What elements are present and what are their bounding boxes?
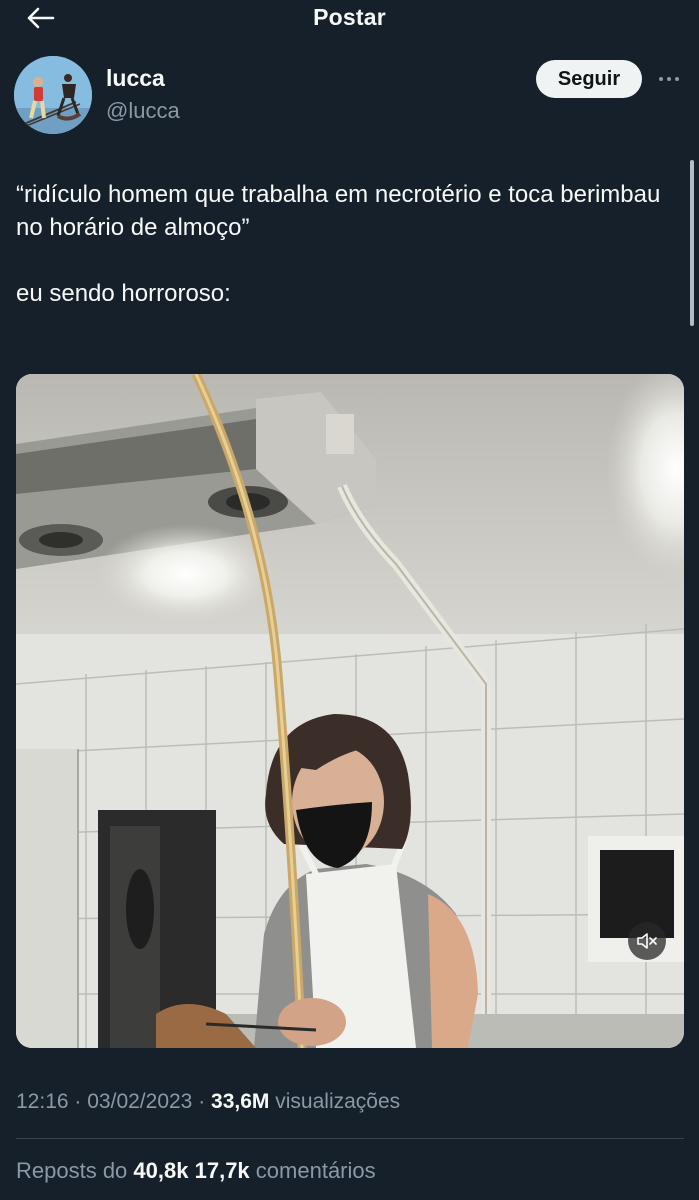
tweet-quote: “ridículo homem que trabalha em necrotér… (16, 181, 661, 241)
comments-count: 17,7k (194, 1158, 250, 1183)
reposts-stat[interactable]: Reposts do 40,8k (16, 1158, 195, 1183)
follow-button[interactable]: Seguir (536, 60, 642, 98)
more-dot (667, 77, 671, 81)
page-title: Postar (313, 4, 386, 30)
tweet-caption: eu sendo horroroso: (16, 280, 231, 307)
meta-separator: · (74, 1090, 82, 1113)
reposts-count: 40,8k (133, 1158, 189, 1183)
user-handle[interactable]: @lucca (106, 98, 180, 124)
avatar-image (14, 56, 92, 134)
views-count: 33,6M (211, 1090, 270, 1113)
author-row: lucca @lucca Seguir (14, 56, 684, 136)
top-bar: Postar (0, 0, 699, 36)
comments-label: comentários (255, 1158, 376, 1183)
avatar[interactable] (14, 56, 92, 134)
mute-button[interactable] (628, 922, 666, 960)
meta-separator: · (198, 1090, 206, 1113)
display-name[interactable]: lucca (106, 65, 165, 92)
video-frame (16, 374, 684, 1048)
speaker-muted-icon (637, 933, 657, 949)
tweet-video[interactable] (16, 374, 684, 1048)
tweet-date[interactable]: 03/02/2023 (87, 1090, 192, 1113)
tweet-meta: 12:16 · 03/02/2023 · 33,6M visualizações (16, 1090, 400, 1114)
more-dot (675, 77, 679, 81)
scrollbar[interactable] (690, 160, 694, 326)
comments-stat[interactable]: 17,7k comentários (195, 1158, 376, 1183)
views-label: visualizações (275, 1090, 401, 1113)
divider (16, 1138, 684, 1139)
reposts-label: Reposts do (16, 1158, 128, 1183)
tweet-text: “ridículo homem que trabalha em necrotér… (16, 178, 686, 310)
more-options-button[interactable] (654, 66, 684, 92)
tweet-stats: Reposts do 40,8k 17,7k comentários (16, 1158, 376, 1184)
more-horizontal-icon (659, 77, 663, 81)
tweet-time[interactable]: 12:16 (16, 1090, 69, 1113)
